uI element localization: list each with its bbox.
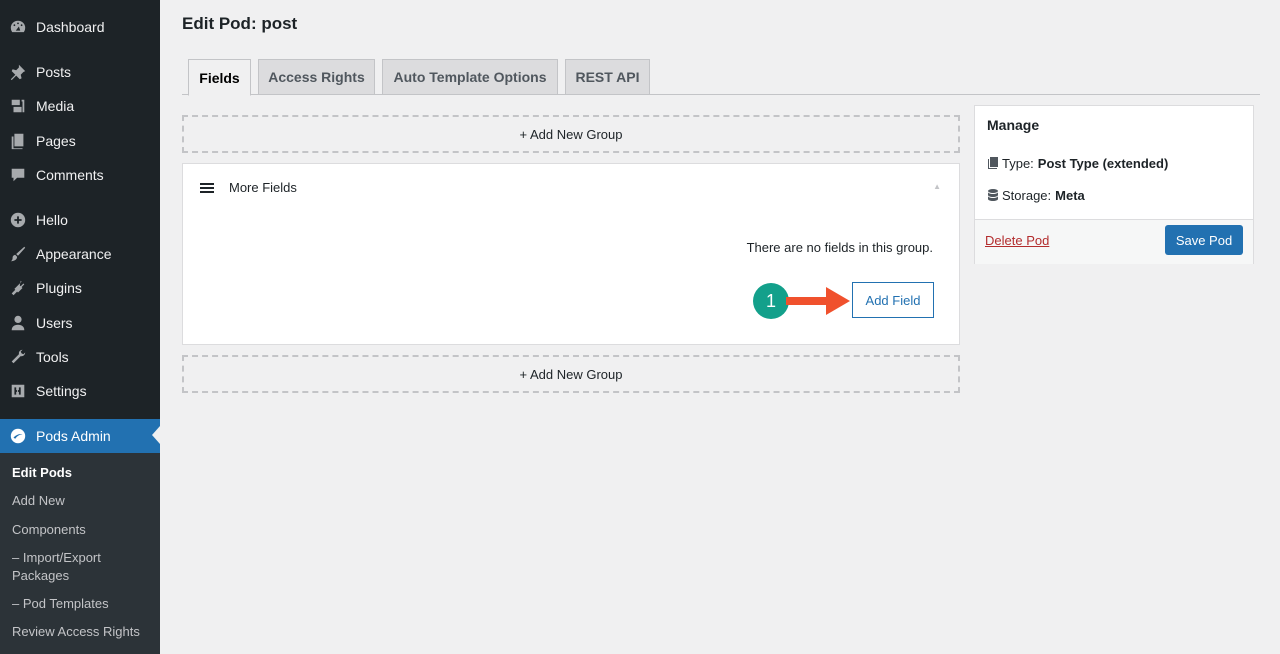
settings-icon	[0, 382, 36, 400]
sidebar-item-label: Hello	[36, 212, 68, 228]
sidebar-item-pages[interactable]: Pages	[0, 124, 160, 158]
save-pod-button[interactable]: Save Pod	[1165, 225, 1243, 255]
pods-submenu: Edit Pods Add New Components – Import/Ex…	[0, 453, 160, 654]
drag-handle-icon[interactable]	[200, 183, 214, 193]
submenu-item-review-access-rights[interactable]: Review Access Rights	[12, 623, 152, 641]
copy-icon	[988, 157, 998, 169]
sidebar-item-label: Pages	[36, 133, 76, 149]
pointer-arrow-icon	[786, 287, 850, 315]
add-new-group-button[interactable]: + Add New Group	[182, 115, 960, 153]
sidebar-item-tools[interactable]: Tools	[0, 340, 160, 374]
wrench-icon	[0, 348, 36, 366]
media-icon	[0, 97, 36, 115]
type-value: Post Type (extended)	[1037, 156, 1169, 171]
submenu-item-import-export[interactable]: – Import/Export Packages	[12, 549, 152, 585]
dashboard-icon	[0, 18, 36, 36]
submenu-item-components[interactable]: Components	[12, 521, 152, 539]
tab-access-rights[interactable]: Access Rights	[258, 59, 375, 95]
sidebar-item-label: Media	[36, 98, 75, 114]
active-menu-pointer	[152, 426, 160, 444]
comment-icon	[0, 166, 36, 184]
sidebar-item-dashboard[interactable]: Dashboard	[0, 10, 160, 44]
add-new-group-button-bottom[interactable]: + Add New Group	[182, 355, 960, 393]
delete-pod-link[interactable]: Delete Pod	[985, 233, 1049, 248]
sidebar-item-label: Dashboard	[36, 19, 105, 35]
collapse-toggle-icon[interactable]: ▲	[933, 182, 941, 191]
sidebar-item-label: Comments	[36, 167, 104, 183]
sidebar-item-label: Plugins	[36, 280, 82, 296]
storage-value: Meta	[1055, 188, 1085, 203]
brush-icon	[0, 245, 36, 263]
tab-fields[interactable]: Fields	[188, 59, 251, 96]
sidebar-item-label: Posts	[36, 64, 72, 80]
admin-sidebar: Dashboard Posts Media Pages Comments Hel…	[0, 0, 160, 654]
sidebar-item-plugins[interactable]: Plugins	[0, 271, 160, 305]
sidebar-item-label: Tools	[36, 349, 69, 365]
sidebar-item-label: Appearance	[36, 246, 112, 262]
sidebar-item-appearance[interactable]: Appearance	[0, 237, 160, 271]
sidebar-item-hello[interactable]: Hello	[0, 203, 160, 237]
sidebar-item-pods-admin[interactable]: Pods Admin	[0, 419, 160, 453]
manage-footer: Delete Pod Save Pod	[975, 219, 1253, 264]
submenu-item-pod-templates[interactable]: – Pod Templates	[12, 595, 152, 613]
sidebar-item-users[interactable]: Users	[0, 306, 160, 340]
database-icon	[988, 189, 998, 201]
pages-icon	[0, 132, 36, 150]
type-label: Type:	[1002, 156, 1034, 171]
tab-bar: Fields Access Rights Auto Template Optio…	[182, 59, 1260, 96]
tab-auto-template-options[interactable]: Auto Template Options	[382, 59, 558, 95]
pod-storage-row: Storage: Meta	[987, 188, 1085, 203]
page-title: Edit Pod: post	[182, 14, 298, 33]
add-field-button[interactable]: Add Field	[852, 282, 934, 318]
plug-icon	[0, 279, 36, 297]
plus-circle-icon	[0, 211, 36, 229]
pods-icon	[0, 427, 36, 445]
sidebar-item-posts[interactable]: Posts	[0, 55, 160, 89]
manage-title: Manage	[987, 117, 1040, 133]
tab-rest-api[interactable]: REST API	[565, 59, 650, 95]
sidebar-item-label: Users	[36, 315, 73, 331]
storage-label: Storage:	[1002, 188, 1052, 203]
pod-type-row: Type: Post Type (extended)	[987, 156, 1168, 171]
pin-icon	[0, 63, 36, 81]
group-name[interactable]: More Fields	[229, 180, 297, 195]
sidebar-item-label: Pods Admin	[36, 428, 111, 444]
sidebar-item-comments[interactable]: Comments	[0, 158, 160, 192]
sidebar-item-settings[interactable]: Settings	[0, 374, 160, 408]
submenu-item-add-new[interactable]: Add New	[12, 492, 152, 510]
sidebar-item-label: Settings	[36, 383, 87, 399]
sidebar-item-media[interactable]: Media	[0, 89, 160, 123]
step-number-badge: 1	[753, 283, 789, 319]
empty-group-message: There are no fields in this group.	[746, 240, 933, 255]
manage-panel: Manage Type: Post Type (extended) Storag…	[974, 105, 1254, 264]
user-icon	[0, 314, 36, 332]
submenu-item-edit-pods[interactable]: Edit Pods	[12, 464, 152, 482]
